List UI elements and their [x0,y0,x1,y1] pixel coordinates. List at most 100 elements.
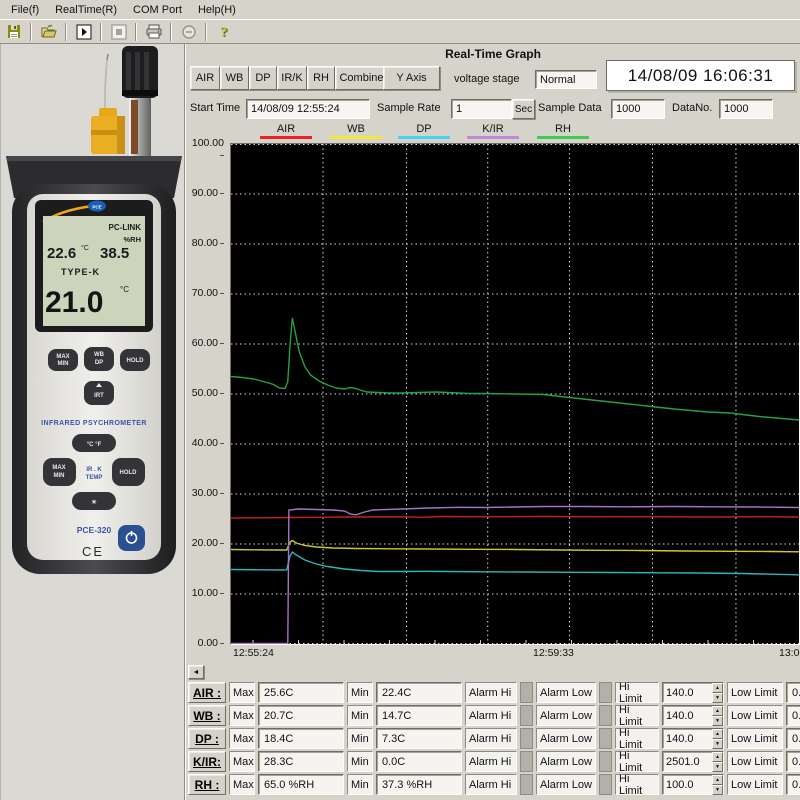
x-tick-end: 13:0 [779,647,800,659]
alarm-hi-indicator [520,728,533,749]
min-label: Min [347,705,373,726]
spin-down-icon[interactable]: ▼ [712,785,723,795]
hi-limit-value[interactable]: 140.0 [663,683,712,702]
low-limit-field[interactable]: 0.0 [786,728,800,749]
spin-up-icon[interactable]: ▲ [712,752,723,762]
spin-up-icon[interactable]: ▲ [712,706,723,716]
device-head-highlight [6,156,182,161]
spinner-arrows[interactable]: ▲▼ [712,706,723,725]
alarm-low-indicator [599,728,612,749]
legend-label: WB [347,123,365,135]
hi-limit-spinner[interactable]: 140.0 ▲▼ [662,705,724,726]
alarm-low-label: Alarm Low [536,682,596,703]
voltage-stage-label: voltage stage [454,73,519,85]
k-type-connector [91,108,125,154]
open-icon[interactable] [35,22,62,42]
low-limit-field[interactable]: 0.0 [786,751,800,772]
min-label: Min [347,682,373,703]
sec-button[interactable]: Sec [512,99,535,119]
hi-limit-spinner[interactable]: 2501.0 ▲▼ [662,751,724,772]
realtime-chart [231,144,799,644]
dp-button[interactable]: DP [249,66,277,90]
min-value-field: 37.3 %RH [376,774,462,795]
thermocouple-wire [105,54,108,116]
save-icon[interactable] [0,22,27,42]
spin-up-icon[interactable]: ▲ [712,775,723,785]
sample-rate-label: Sample Rate [377,102,441,114]
spin-down-icon[interactable]: ▼ [712,739,723,749]
disconnect-icon[interactable] [175,22,202,42]
menu-help[interactable]: Help(H) [191,2,245,18]
irk-button[interactable]: IR/K [277,66,307,90]
hi-limit-label: Hi Limit [615,774,659,795]
channel-button-group: AIR WB DP IR/K RH Combine [190,66,388,90]
alarm-low-label: Alarm Low [536,728,596,749]
help-icon[interactable]: ?? [210,22,237,42]
scroll-left-button[interactable]: ◄ [188,665,204,679]
air-button[interactable]: AIR [190,66,220,90]
hi-limit-spinner[interactable]: 140.0 ▲▼ [662,682,724,703]
hi-limit-value[interactable]: 2501.0 [663,752,712,771]
lcd-air-temp: 22.6 [47,245,76,262]
hi-limit-value[interactable]: 140.0 [663,706,712,725]
spin-down-icon[interactable]: ▼ [712,716,723,726]
hi-limit-spinner[interactable]: 100.0 ▲▼ [662,774,724,795]
alarm-low-indicator [599,682,612,703]
main-area: PCE PC-LINK %RH 22.6 °C 38.5 TYPE-K 21.0… [0,44,800,800]
spin-up-icon[interactable]: ▲ [712,683,723,693]
spinner-arrows[interactable]: ▲▼ [712,775,723,794]
spinner-arrows[interactable]: ▲▼ [712,683,723,702]
rh-button[interactable]: RH [307,66,335,90]
alarm-hi-indicator [520,682,533,703]
y-tick: 0.00 [186,637,224,649]
data-no-label: DataNo. [672,102,712,114]
combine-button[interactable]: Combine [335,66,388,90]
channel-name-button[interactable]: K/IR: [188,751,226,772]
lcd-type-k: TYPE-K [61,267,100,277]
x-tick-start: 12:55:24 [233,647,274,659]
y-axis-button[interactable]: Y Axis [383,66,440,90]
low-limit-field[interactable]: 0.0 [786,682,800,703]
hi-limit-value[interactable]: 140.0 [663,729,712,748]
low-limit-field[interactable]: 0.0 [786,774,800,795]
spin-down-icon[interactable]: ▼ [712,762,723,772]
spin-up-icon[interactable]: ▲ [712,729,723,739]
y-tick: 70.00 [186,287,224,299]
key-wbdp-b: DP [95,360,103,366]
legend-item-rh: RH [537,123,589,139]
menu-realtime[interactable]: RealTime(R) [48,2,126,18]
spin-down-icon[interactable]: ▼ [712,693,723,703]
y-tick: 90.00 [186,187,224,199]
lcd-main-unit: °C [120,285,129,294]
max-value-field: 28.3C [258,751,344,772]
channel-name-button[interactable]: DP : [188,728,226,749]
menu-com-port[interactable]: COM Port [126,2,191,18]
print-icon[interactable] [140,22,167,42]
sample-data-label: Sample Data [538,102,602,114]
channel-name-button[interactable]: RH : [188,774,226,795]
lcd-rh-value: 38.5 [100,245,129,262]
legend-item-wb: WB [330,123,382,139]
hi-limit-value[interactable]: 100.0 [663,775,712,794]
wb-button[interactable]: WB [220,66,249,90]
clock-display: 14/08/09 16:06:31 [606,60,795,91]
sample-data-field[interactable]: 1000 [611,99,665,119]
alarm-hi-indicator [520,774,533,795]
spinner-arrows[interactable]: ▲▼ [712,729,723,748]
start-icon[interactable] [70,22,97,42]
stop-icon[interactable] [105,22,132,42]
min-label: Min [347,728,373,749]
min-label: Min [347,751,373,772]
table-row: RH : Max 65.0 %RH Min 37.3 %RH Alarm Hi … [188,774,800,795]
low-limit-field[interactable]: 0.0 [786,705,800,726]
menu-file[interactable]: File(f) [4,2,48,18]
spinner-arrows[interactable]: ▲▼ [712,752,723,771]
legend-swatch-air [260,136,312,139]
hi-limit-spinner[interactable]: 140.0 ▲▼ [662,728,724,749]
y-tick: 20.00 [186,537,224,549]
channel-name-button[interactable]: WB : [188,705,226,726]
pad-center-temp: TEMP [86,475,103,481]
sample-rate-field[interactable]: 1 [451,99,512,119]
channel-name-button[interactable]: AIR : [188,682,226,703]
legend-swatch-kir [467,136,519,139]
